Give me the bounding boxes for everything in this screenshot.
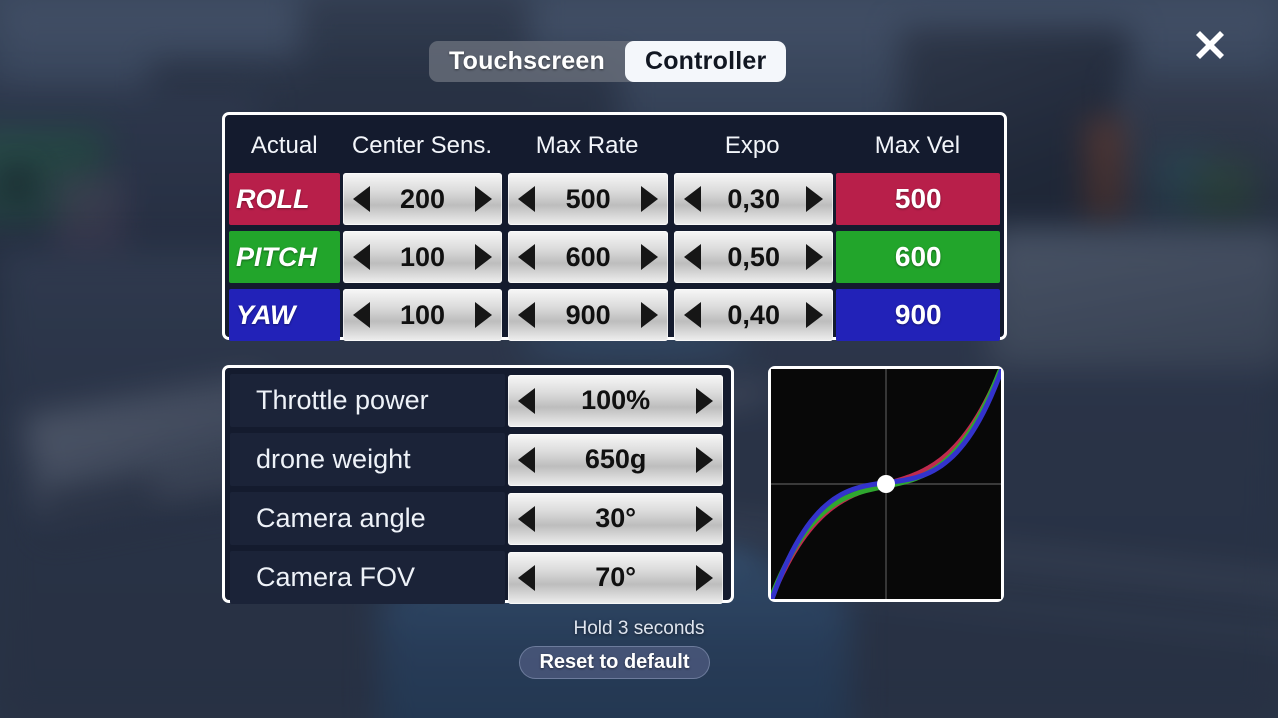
settings-overlay: Touchscreen Controller Actual Center Sen… — [0, 0, 1278, 718]
yaw-center-sens-stepper[interactable]: 100 — [342, 289, 503, 341]
decrement-arrow-icon[interactable] — [518, 564, 536, 591]
camera-fov-value: 70° — [595, 562, 637, 592]
drone-weight-value: 650g — [584, 444, 647, 474]
list-item: Camera FOV 70° — [230, 550, 726, 605]
axis-badge-yaw: YAW — [229, 289, 340, 341]
setting-label-camera-angle: Camera angle — [230, 492, 506, 545]
decrement-arrow-icon[interactable] — [518, 446, 536, 473]
header-center-sens: Center Sens. — [351, 131, 493, 159]
roll-center-sens-stepper[interactable]: 200 — [342, 173, 503, 225]
center-point-marker — [877, 475, 895, 493]
increment-arrow-icon[interactable] — [696, 505, 713, 532]
reset-to-default-button[interactable]: Reset to default — [519, 646, 710, 679]
pitch-max-vel-value: 600 — [836, 231, 1000, 283]
table-row: PITCH 100 600 0,50 600 — [229, 230, 1000, 284]
yaw-center-sens-value: 100 — [399, 299, 446, 330]
yaw-max-rate-value: 900 — [565, 299, 611, 330]
camera-fov-stepper[interactable]: 70° — [508, 551, 723, 604]
throttle-power-stepper[interactable]: 100% — [508, 374, 723, 427]
decrement-arrow-icon[interactable] — [683, 302, 701, 328]
yaw-expo-stepper[interactable]: 0,40 — [673, 289, 834, 341]
setting-label-camera-fov: Camera FOV — [230, 551, 506, 604]
decrement-arrow-icon[interactable] — [518, 244, 536, 270]
increment-arrow-icon[interactable] — [806, 302, 824, 328]
increment-arrow-icon[interactable] — [640, 186, 658, 212]
increment-arrow-icon[interactable] — [475, 186, 493, 212]
pitch-expo-stepper[interactable]: 0,50 — [673, 231, 834, 283]
increment-arrow-icon[interactable] — [806, 244, 824, 270]
roll-expo-stepper[interactable]: 0,30 — [673, 173, 834, 225]
axis-badge-roll: ROLL — [229, 173, 340, 225]
decrement-arrow-icon[interactable] — [518, 505, 536, 532]
pitch-center-sens-value: 100 — [399, 241, 446, 272]
rate-curve-graph — [768, 366, 1004, 602]
setting-label-drone-weight: drone weight — [230, 433, 506, 486]
header-max-rate: Max Rate — [535, 131, 639, 159]
close-icon[interactable] — [1186, 21, 1234, 69]
roll-expo-value: 0,30 — [727, 183, 780, 214]
pitch-center-sens-stepper[interactable]: 100 — [342, 231, 503, 283]
increment-arrow-icon[interactable] — [806, 186, 824, 212]
drone-settings-list: Throttle power 100% drone weight 650g Ca… — [222, 365, 734, 605]
roll-max-rate-stepper[interactable]: 500 — [508, 173, 668, 225]
decrement-arrow-icon[interactable] — [683, 186, 701, 212]
pitch-expo-value: 0,50 — [727, 241, 780, 272]
pitch-max-rate-stepper[interactable]: 600 — [508, 231, 668, 283]
header-max-vel: Max Vel — [874, 131, 961, 159]
increment-arrow-icon[interactable] — [475, 302, 493, 328]
list-item: drone weight 650g — [230, 432, 726, 487]
drone-weight-stepper[interactable]: 650g — [508, 433, 723, 486]
tab-touchscreen[interactable]: Touchscreen — [429, 41, 625, 82]
list-item: Camera angle 30° — [230, 491, 726, 546]
increment-arrow-icon[interactable] — [696, 564, 713, 591]
decrement-arrow-icon[interactable] — [518, 302, 536, 328]
yaw-expo-value: 0,40 — [727, 299, 780, 330]
decrement-arrow-icon[interactable] — [352, 186, 370, 212]
header-actual: Actual — [250, 131, 318, 159]
decrement-arrow-icon[interactable] — [518, 387, 536, 414]
yaw-max-rate-stepper[interactable]: 900 — [508, 289, 668, 341]
roll-max-vel-value: 500 — [836, 173, 1000, 225]
increment-arrow-icon[interactable] — [696, 446, 713, 473]
tab-controller[interactable]: Controller — [624, 41, 787, 82]
pitch-max-rate-value: 600 — [565, 241, 611, 272]
list-item: Throttle power 100% — [230, 373, 726, 428]
yaw-max-vel-value: 900 — [836, 289, 1000, 341]
roll-max-rate-value: 500 — [565, 183, 611, 214]
decrement-arrow-icon[interactable] — [352, 244, 370, 270]
table-row: ROLL 200 500 0,30 500 — [229, 172, 1000, 226]
increment-arrow-icon[interactable] — [696, 387, 713, 414]
hold-instruction: Hold 3 seconds — [573, 618, 705, 639]
increment-arrow-icon[interactable] — [640, 244, 658, 270]
camera-angle-value: 30° — [595, 503, 637, 533]
roll-center-sens-value: 200 — [399, 183, 446, 214]
decrement-arrow-icon[interactable] — [352, 302, 370, 328]
axis-badge-pitch: PITCH — [229, 231, 340, 283]
throttle-power-value: 100% — [581, 385, 651, 415]
increment-arrow-icon[interactable] — [475, 244, 493, 270]
table-row: YAW 100 900 0,40 900 — [229, 288, 1000, 342]
rates-header-row: Actual Center Sens. Max Rate Expo Max Ve… — [229, 119, 1000, 172]
rates-table: Actual Center Sens. Max Rate Expo Max Ve… — [222, 112, 1007, 342]
increment-arrow-icon[interactable] — [640, 302, 658, 328]
decrement-arrow-icon[interactable] — [683, 244, 701, 270]
input-mode-tabs: Touchscreen Controller — [429, 41, 787, 82]
curve-plot — [771, 369, 1001, 599]
camera-angle-stepper[interactable]: 30° — [508, 492, 723, 545]
decrement-arrow-icon[interactable] — [518, 186, 536, 212]
header-expo: Expo — [724, 131, 780, 159]
setting-label-throttle-power: Throttle power — [230, 374, 506, 427]
